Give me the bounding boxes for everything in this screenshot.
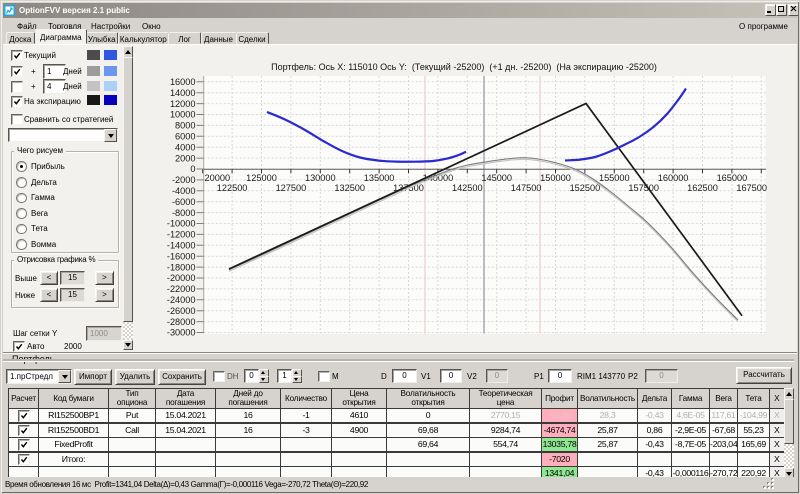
svg-text:-10000: -10000 (167, 219, 196, 229)
svg-text:Портфель: Ось X: 115010 Ось Y:: Портфель: Ось X: 115010 Ось Y: (Текущий … (271, 62, 657, 72)
svg-text:16000: 16000 (170, 77, 196, 87)
svg-text:-20000: -20000 (167, 273, 196, 283)
svg-text:-26000: -26000 (167, 306, 196, 316)
svg-text:162500: 162500 (687, 183, 718, 193)
svg-text:165000: 165000 (717, 173, 748, 183)
svg-text:-4000: -4000 (172, 186, 196, 196)
svg-text:-30000: -30000 (167, 328, 196, 338)
svg-text:8000: 8000 (175, 121, 195, 131)
svg-text:155000: 155000 (599, 173, 630, 183)
svg-text:135000: 135000 (364, 173, 395, 183)
svg-text:160000: 160000 (658, 173, 689, 183)
svg-text:150000: 150000 (540, 173, 571, 183)
svg-text:6000: 6000 (175, 132, 195, 142)
svg-text:14000: 14000 (170, 88, 196, 98)
svg-text:2000: 2000 (175, 153, 195, 163)
svg-text:145000: 145000 (481, 173, 512, 183)
svg-text:20000: 20000 (205, 173, 231, 183)
svg-text:-28000: -28000 (167, 317, 196, 327)
svg-text:-8000: -8000 (172, 208, 196, 218)
svg-text:147500: 147500 (511, 183, 542, 193)
svg-text:-14000: -14000 (167, 241, 196, 251)
svg-text:-24000: -24000 (167, 295, 196, 305)
svg-text:-12000: -12000 (167, 230, 196, 240)
svg-text:142500: 142500 (452, 183, 483, 193)
svg-text:12000: 12000 (170, 99, 196, 109)
svg-text:-22000: -22000 (167, 284, 196, 294)
svg-text:-16000: -16000 (167, 251, 196, 261)
svg-text:122500: 122500 (217, 183, 248, 193)
svg-text:130000: 130000 (305, 173, 336, 183)
svg-text:167500: 167500 (736, 183, 767, 193)
svg-text:4000: 4000 (175, 142, 195, 152)
svg-text:-18000: -18000 (167, 262, 196, 272)
svg-text:-6000: -6000 (172, 197, 196, 207)
svg-text:152500: 152500 (570, 183, 601, 193)
svg-text:132500: 132500 (334, 183, 365, 193)
svg-text:10000: 10000 (170, 110, 196, 120)
svg-text:0: 0 (190, 164, 195, 174)
svg-text:157500: 157500 (628, 183, 659, 193)
svg-text:127500: 127500 (276, 183, 307, 193)
svg-text:125000: 125000 (246, 173, 277, 183)
svg-text:-2000: -2000 (172, 175, 196, 185)
